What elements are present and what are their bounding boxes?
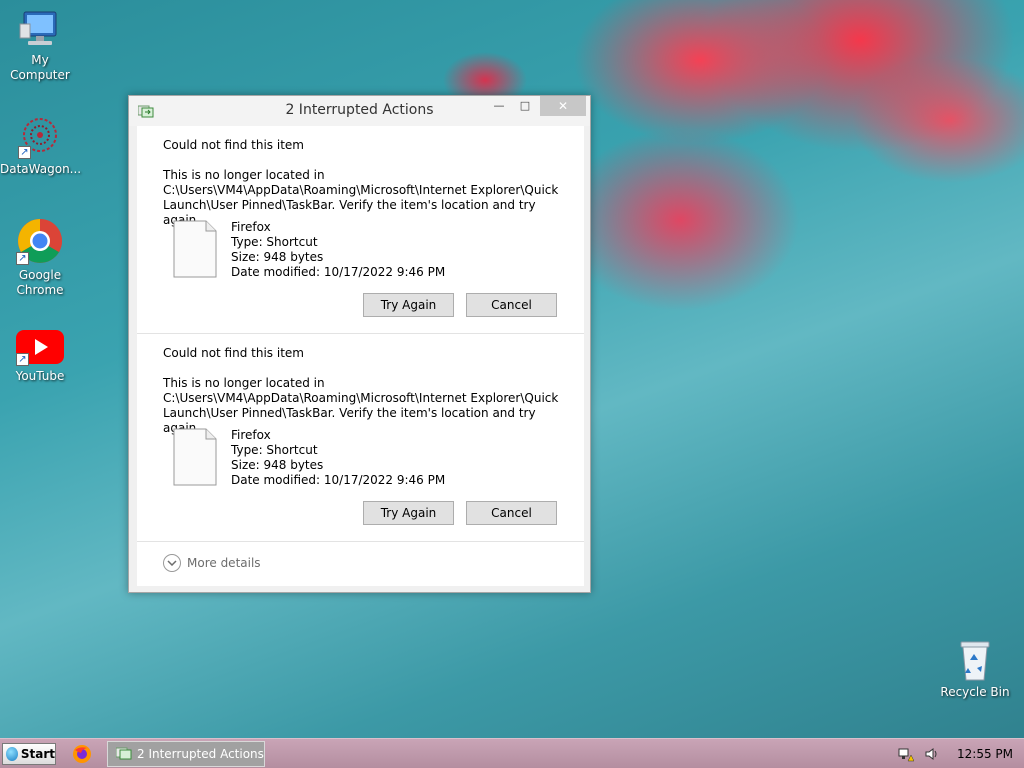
volume-icon[interactable]	[924, 746, 940, 765]
more-details-toggle[interactable]: More details	[163, 554, 261, 572]
shortcut-arrow-icon: ↗	[16, 252, 29, 265]
try-again-button[interactable]: Try Again	[363, 293, 454, 317]
file-operation-icon	[115, 746, 132, 763]
file-type: Type: Shortcut	[231, 443, 318, 457]
file-size: Size: 948 bytes	[231, 250, 324, 264]
taskbar: Start 2 Interrupted Actions 12:55 PM	[0, 738, 1024, 768]
desktop-icon-label: Google Chrome	[16, 268, 64, 297]
close-icon: ✕	[557, 99, 569, 113]
desktop-icon-label: My Computer	[10, 53, 70, 82]
file-name: Firefox	[231, 428, 271, 442]
interrupted-item: Could not find this item This is no long…	[137, 126, 584, 334]
start-button[interactable]: Start	[2, 743, 56, 765]
shortcut-arrow-icon: ↗	[18, 146, 31, 159]
taskbar-item-interrupted-actions[interactable]: 2 Interrupted Actions	[107, 741, 265, 767]
minimize-button[interactable]: —	[486, 96, 512, 116]
file-name: Firefox	[231, 220, 271, 234]
desktop-icon-my-computer[interactable]: My Computer	[0, 10, 80, 83]
item-heading: Could not find this item	[163, 346, 304, 360]
item-description: This is no longer located in C:\Users\VM…	[163, 376, 559, 435]
item-heading: Could not find this item	[163, 138, 304, 152]
cancel-button[interactable]: Cancel	[466, 293, 557, 317]
desktop-icon-label: Recycle Bin	[940, 685, 1010, 699]
file-date: Date modified: 10/17/2022 9:46 PM	[231, 265, 446, 279]
interrupted-actions-dialog: 2 Interrupted Actions — □ ✕ Could not fi…	[128, 95, 591, 593]
chrome-icon: ↗	[16, 217, 64, 265]
start-orb-icon	[6, 747, 18, 761]
dialog-titlebar[interactable]: 2 Interrupted Actions — □ ✕	[129, 96, 590, 126]
file-info: Firefox Type: Shortcut Size: 948 bytes D…	[231, 220, 445, 280]
item-description: This is no longer located in C:\Users\VM…	[163, 168, 559, 227]
desktop-icon-youtube[interactable]: ↗ YouTube	[0, 330, 80, 384]
youtube-icon: ↗	[16, 330, 64, 366]
recycle-bin-icon	[957, 638, 993, 682]
start-label: Start	[20, 747, 55, 761]
shortcut-arrow-icon: ↗	[16, 353, 29, 366]
desktop-icon-label: DataWagon...	[0, 162, 82, 176]
desktop-icon-datawagon[interactable]: ↗ DataWagon...	[0, 115, 82, 177]
datawagon-icon: ↗	[18, 115, 62, 159]
chevron-down-icon	[163, 554, 181, 572]
firefox-taskbar-icon[interactable]	[72, 744, 92, 764]
minimize-icon: —	[493, 99, 505, 112]
file-type: Type: Shortcut	[231, 235, 318, 249]
taskbar-clock[interactable]: 12:55 PM	[957, 747, 1013, 761]
system-tray	[898, 746, 940, 765]
file-info: Firefox Type: Shortcut Size: 948 bytes D…	[231, 428, 445, 488]
file-size: Size: 948 bytes	[231, 458, 324, 472]
desktop-icon-google-chrome[interactable]: ↗ Google Chrome	[0, 217, 80, 298]
network-warning-icon[interactable]	[898, 746, 915, 765]
dialog-content: Could not find this item This is no long…	[137, 126, 584, 586]
close-button[interactable]: ✕	[540, 96, 586, 116]
desktop-icon-label: YouTube	[15, 369, 65, 383]
maximize-button[interactable]: □	[512, 96, 538, 116]
blank-file-icon	[173, 428, 217, 486]
divider	[137, 541, 584, 542]
computer-icon	[18, 10, 62, 50]
interrupted-item: Could not find this item This is no long…	[137, 334, 584, 542]
more-details-label: More details	[187, 556, 261, 570]
maximize-icon: □	[519, 99, 531, 112]
desktop-icon-recycle-bin[interactable]: Recycle Bin	[935, 638, 1015, 700]
try-again-button[interactable]: Try Again	[363, 501, 454, 525]
taskbar-item-label: 2 Interrupted Actions	[137, 747, 264, 761]
file-date: Date modified: 10/17/2022 9:46 PM	[231, 473, 446, 487]
cancel-button[interactable]: Cancel	[466, 501, 557, 525]
blank-file-icon	[173, 220, 217, 278]
